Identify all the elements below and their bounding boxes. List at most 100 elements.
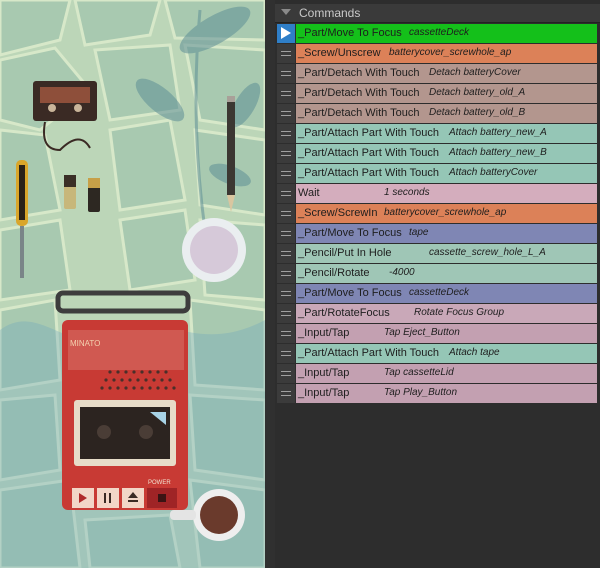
command-name: Wait <box>298 187 320 199</box>
commands-panel: Commands _Part/Move To Focus cassetteDeck… <box>275 0 600 568</box>
command-name: _Input/Tap <box>298 327 350 339</box>
command-row[interactable]: _Part/Attach Part With Touch Attach batte… <box>277 144 597 163</box>
command-row[interactable]: _Part/RotateFocus Rotate Focus Group <box>277 304 597 323</box>
command-row[interactable]: _Input/Tap Tap Eject_Button <box>277 324 597 343</box>
play-button[interactable] <box>72 488 94 508</box>
command-argument: cassetteDeck <box>409 287 470 298</box>
drag-handle-icon[interactable] <box>277 304 295 323</box>
command-body[interactable]: _Screw/ScrewIn batterycover_screwhole_ap <box>296 204 597 223</box>
stop-button[interactable] <box>147 488 177 508</box>
command-argument: Attach batteryCover <box>449 167 538 178</box>
command-argument: Detach battery_old_A <box>429 87 526 98</box>
command-row[interactable]: _Part/Attach Part With Touch Attach tape <box>277 344 597 363</box>
command-argument: Rotate Focus Group <box>414 307 505 318</box>
drag-handle-icon[interactable] <box>277 144 295 163</box>
command-body[interactable]: _Part/Move To Focus tape <box>296 224 597 243</box>
drag-handle-icon[interactable] <box>277 184 295 203</box>
command-body[interactable]: _Pencil/Rotate -4000 <box>296 264 597 283</box>
command-body[interactable]: _Input/Tap Tap Play_Button <box>296 384 597 403</box>
command-name: _Input/Tap <box>298 387 350 399</box>
drag-handle-icon[interactable] <box>277 364 295 383</box>
play-icon[interactable] <box>277 24 295 43</box>
drag-handle-icon[interactable] <box>277 64 295 83</box>
command-name: _Pencil/Rotate <box>298 267 370 279</box>
command-row[interactable]: _Screw/Unscrew batterycover_screwhole_ap <box>277 44 597 63</box>
command-row[interactable]: _Input/Tap Tap Play_Button <box>277 384 597 403</box>
command-argument: Attach battery_new_B <box>449 147 547 158</box>
command-argument: cassette_screw_hole_L_A <box>429 247 546 258</box>
command-argument: Tap cassetteLid <box>384 367 454 378</box>
svg-text:POWER: POWER <box>148 480 171 486</box>
command-body[interactable]: _Part/Attach Part With Touch Attach batte… <box>296 124 597 143</box>
stop-icon <box>158 494 166 502</box>
drag-handle-icon[interactable] <box>277 204 295 223</box>
command-body[interactable]: _Pencil/Put In Hole cassette_screw_hole_L… <box>296 244 597 263</box>
command-body[interactable]: _Part/Move To Focus cassetteDeck <box>296 284 597 303</box>
command-name: _Part/Detach With Touch <box>298 107 420 119</box>
drag-handle-icon[interactable] <box>277 324 295 343</box>
command-row[interactable]: _Part/Detach With Touch Detach battery_ol… <box>277 104 597 123</box>
command-body[interactable]: _Part/Detach With Touch Detach battery_ol… <box>296 104 597 123</box>
command-row[interactable]: _Pencil/Rotate -4000 <box>277 264 597 283</box>
pause-button[interactable] <box>97 488 119 508</box>
command-row[interactable]: _Part/Attach Part With Touch Attach batte… <box>277 124 597 143</box>
pause-icon <box>104 493 106 503</box>
drag-handle-icon[interactable] <box>277 164 295 183</box>
command-body[interactable]: _Part/Detach With Touch Detach batteryCov… <box>296 64 597 83</box>
command-body[interactable]: _Part/Attach Part With Touch Attach batte… <box>296 164 597 183</box>
command-body[interactable]: _Input/Tap Tap cassetteLid <box>296 364 597 383</box>
command-row[interactable]: _Part/Detach With Touch Detach batteryCov… <box>277 64 597 83</box>
command-name: _Part/RotateFocus <box>298 307 390 319</box>
panel-header[interactable]: Commands <box>275 4 600 23</box>
command-row[interactable]: _Part/Move To Focus cassetteDeck <box>277 24 597 43</box>
drag-handle-icon[interactable] <box>277 264 295 283</box>
drag-handle-icon[interactable] <box>277 224 295 243</box>
play-icon <box>79 493 87 503</box>
eject-button[interactable] <box>122 488 144 508</box>
command-body[interactable]: _Screw/Unscrew batterycover_screwhole_ap <box>296 44 597 63</box>
command-argument: batterycover_screwhole_ap <box>389 47 512 58</box>
game-viewport[interactable]: MINATO POWER <box>0 0 265 568</box>
command-row[interactable]: _Screw/ScrewIn batterycover_screwhole_ap <box>277 204 597 223</box>
drag-handle-icon[interactable] <box>277 84 295 103</box>
command-argument: cassetteDeck <box>409 27 470 38</box>
command-row[interactable]: _Pencil/Put In Hole cassette_screw_hole_L… <box>277 244 597 263</box>
command-body[interactable]: _Part/Attach Part With Touch Attach tape <box>296 344 597 363</box>
command-row[interactable]: _Part/Detach With Touch Detach battery_ol… <box>277 84 597 103</box>
command-name: _Part/Attach Part With Touch <box>298 147 440 159</box>
panel-title: Commands <box>299 6 361 20</box>
eject-bar <box>128 500 138 502</box>
command-name: _Input/Tap <box>298 367 350 379</box>
drag-handle-icon[interactable] <box>277 124 295 143</box>
drag-handle-icon[interactable] <box>277 44 295 63</box>
collapse-arrow-icon[interactable] <box>281 9 291 15</box>
drag-handle-icon[interactable] <box>277 284 295 303</box>
command-argument: tape <box>409 227 429 238</box>
command-name: _Part/Move To Focus <box>298 227 402 239</box>
drag-handle-icon[interactable] <box>277 104 295 123</box>
command-row[interactable]: Wait 1 seconds <box>277 184 597 203</box>
command-body[interactable]: _Part/Attach Part With Touch Attach batte… <box>296 144 597 163</box>
command-argument: Detach batteryCover <box>429 67 521 78</box>
command-body[interactable]: _Part/Move To Focus cassetteDeck <box>296 24 597 43</box>
command-argument: Attach tape <box>449 347 500 358</box>
command-body[interactable]: Wait 1 seconds <box>296 184 597 203</box>
drag-handle-icon[interactable] <box>277 384 295 403</box>
command-list: _Part/Move To Focus cassetteDeck _Screw/Un… <box>277 24 597 404</box>
command-body[interactable]: _Input/Tap Tap Eject_Button <box>296 324 597 343</box>
command-row[interactable]: _Input/Tap Tap cassetteLid <box>277 364 597 383</box>
command-name: _Part/Move To Focus <box>298 287 402 299</box>
drag-handle-icon[interactable] <box>277 244 295 263</box>
panel-divider[interactable] <box>265 0 275 568</box>
command-argument: Attach battery_new_A <box>449 127 547 138</box>
command-name: _Part/Detach With Touch <box>298 67 420 79</box>
command-body[interactable]: _Part/RotateFocus Rotate Focus Group <box>296 304 597 323</box>
cassette-deck: MINATO POWER <box>55 290 191 510</box>
command-body[interactable]: _Part/Detach With Touch Detach battery_ol… <box>296 84 597 103</box>
command-row[interactable]: _Part/Attach Part With Touch Attach batte… <box>277 164 597 183</box>
command-row[interactable]: _Part/Move To Focus cassetteDeck <box>277 284 597 303</box>
drag-handle-icon[interactable] <box>277 344 295 363</box>
command-row[interactable]: _Part/Move To Focus tape <box>277 224 597 243</box>
svg-text:MINATO: MINATO <box>70 339 100 348</box>
command-name: _Part/Attach Part With Touch <box>298 167 440 179</box>
